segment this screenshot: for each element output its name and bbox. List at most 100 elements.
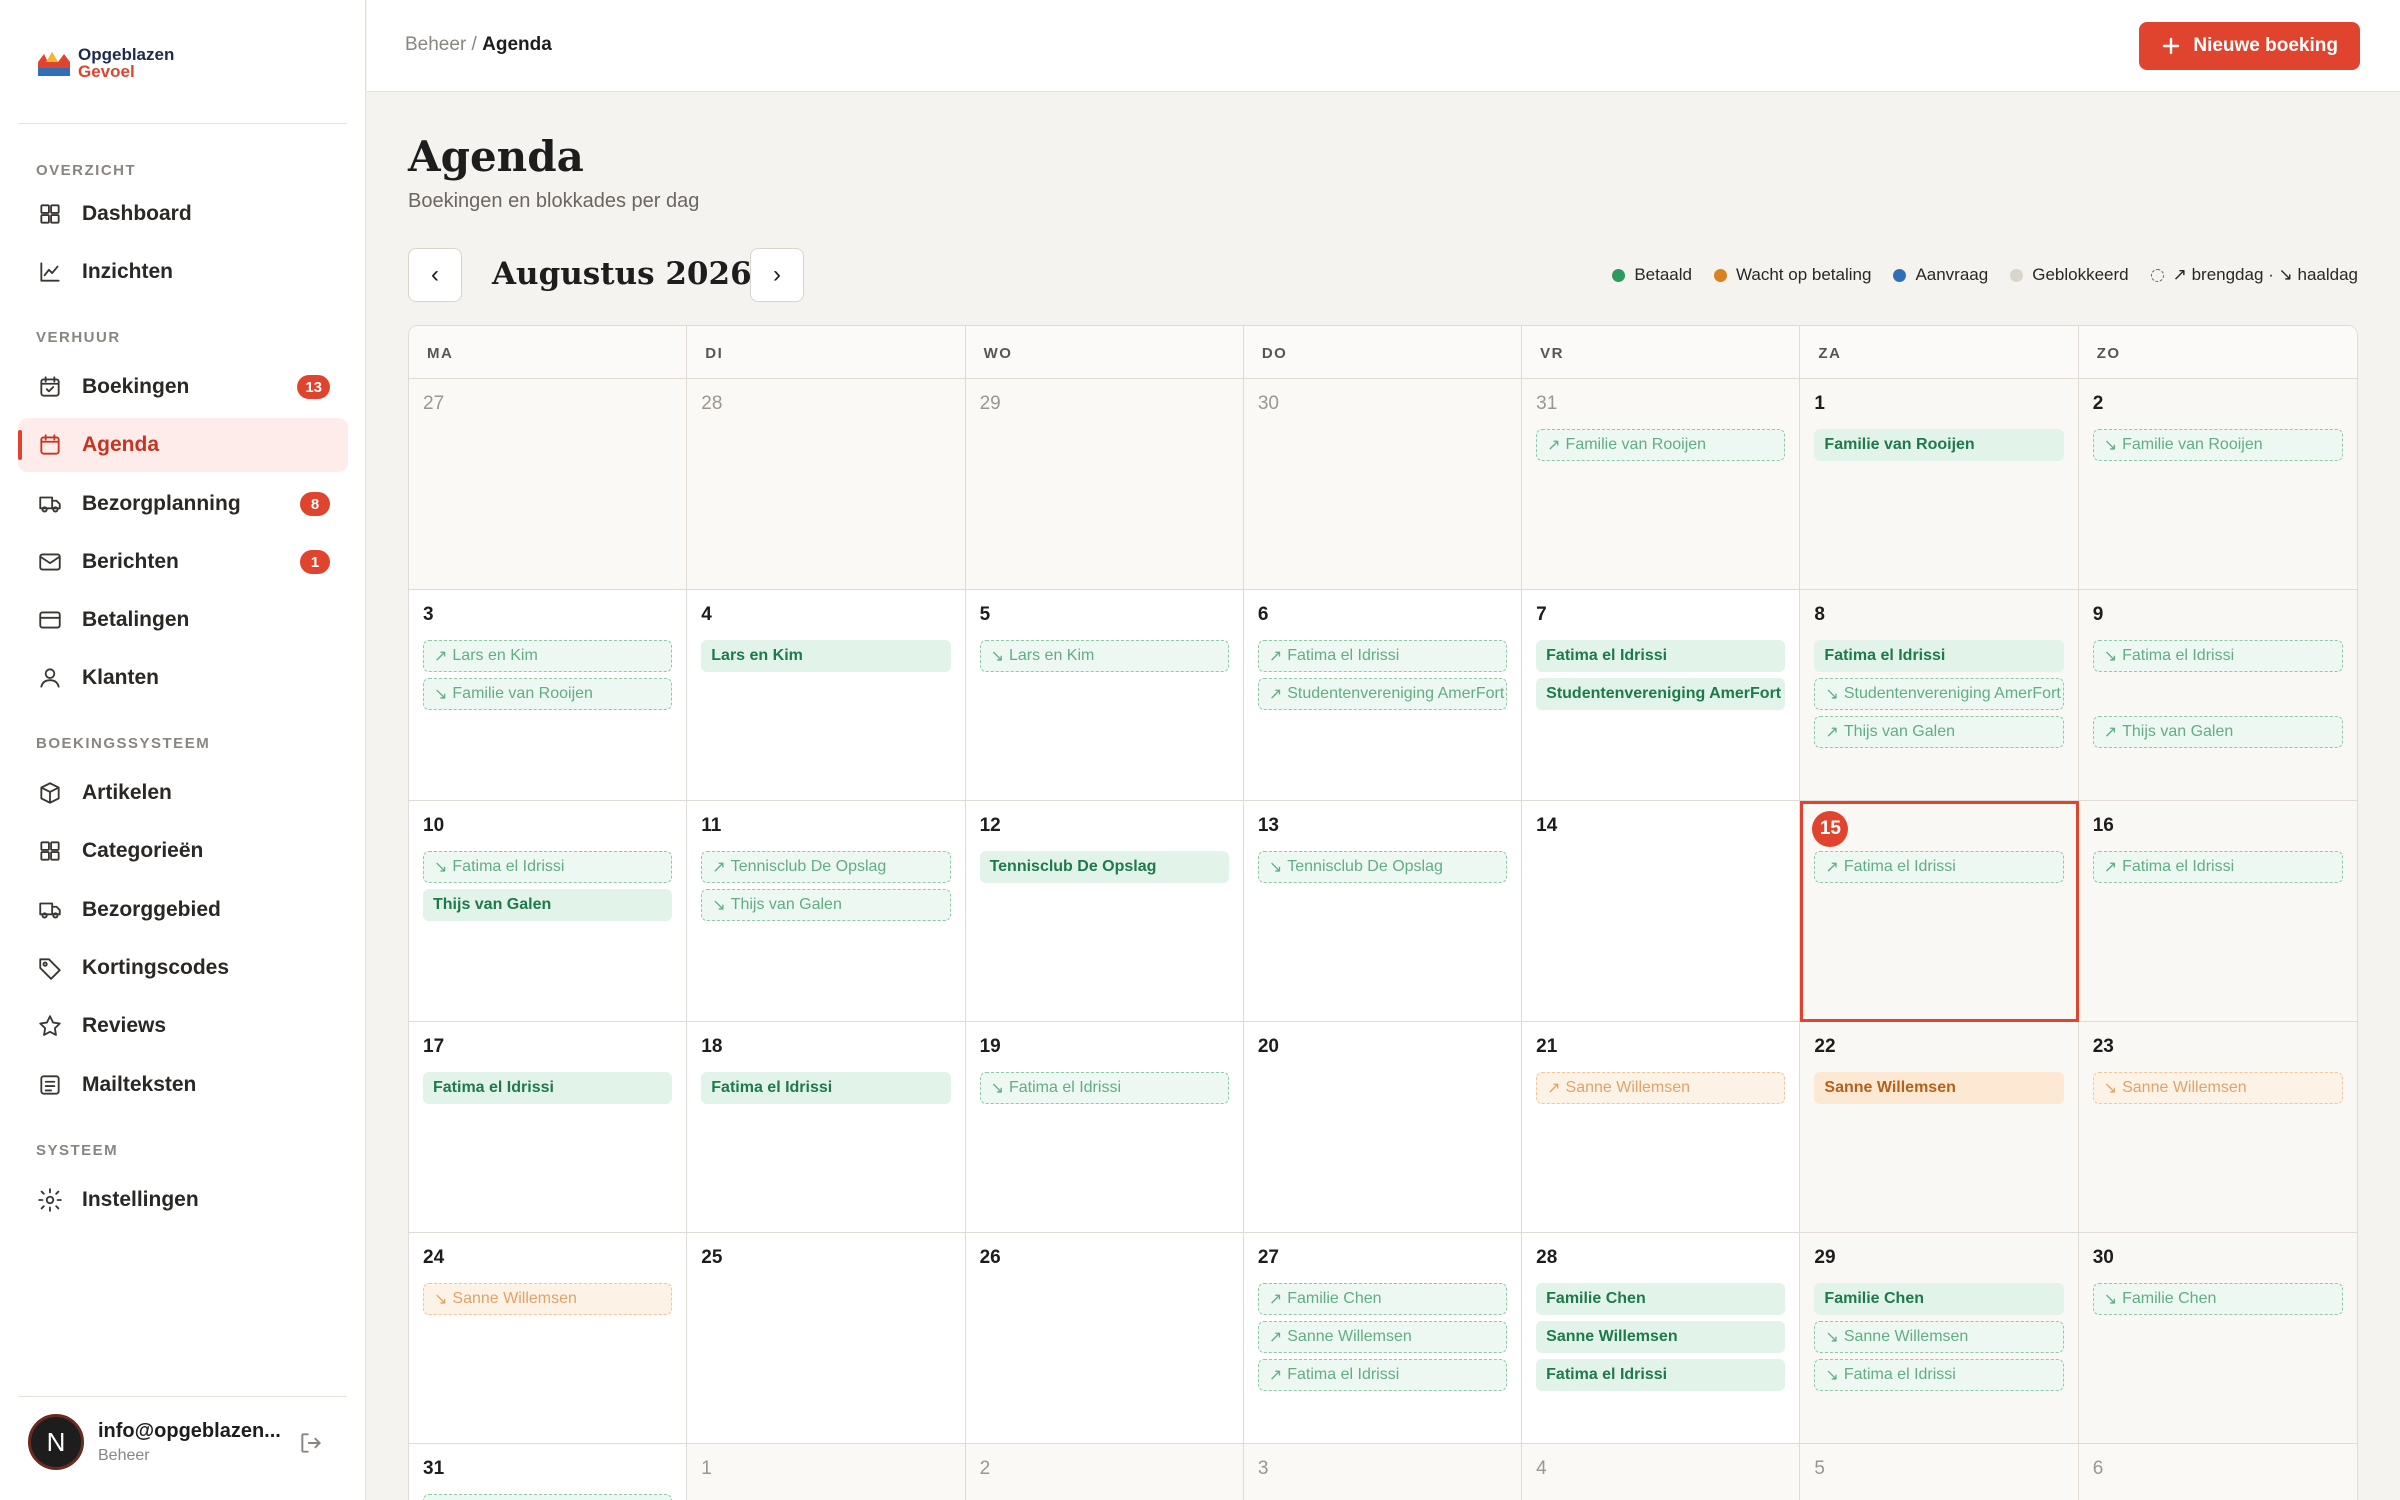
calendar-day-cell[interactable]: 4 Lars en Kim bbox=[687, 590, 966, 801]
calendar-day-cell[interactable]: 30 ↘ Familie Chen bbox=[2078, 1233, 2357, 1444]
booking-chip[interactable]: ↘ Studentenvereniging AmerFort bbox=[1814, 678, 2064, 710]
booking-chip[interactable]: Studentenvereniging AmerFort bbox=[1536, 678, 1786, 710]
booking-chip[interactable]: Fatima el Idrissi bbox=[1536, 640, 1786, 672]
calendar-day-cell[interactable]: 7 Fatima el Idrissi Studentenvereniging Am… bbox=[1522, 590, 1801, 801]
calendar-day-cell[interactable]: 30 bbox=[1243, 379, 1523, 590]
booking-chip[interactable]: ↘ Thijs van Galen bbox=[701, 889, 951, 921]
booking-chip[interactable]: ↗ Fatima el Idrissi bbox=[1257, 1359, 1508, 1391]
calendar-day-cell[interactable]: 29 Familie Chen ↘ Sanne Willemsen ↘ Fatima el… bbox=[1800, 1233, 2079, 1444]
prev-month-button[interactable]: ‹ bbox=[408, 248, 462, 302]
calendar-day-cell[interactable]: 5 ↘ Lars en Kim bbox=[965, 590, 1244, 801]
calendar-day-cell[interactable]: 6 bbox=[2078, 1444, 2357, 1500]
calendar-day-cell[interactable]: 4 bbox=[1522, 1444, 1801, 1500]
calendar-day-cell[interactable]: 29 bbox=[965, 379, 1244, 590]
calendar-day-cell[interactable]: 10 ↘ Fatima el Idrissi Thijs van Galen bbox=[409, 801, 688, 1022]
sidebar-item-bezorgplanning[interactable]: Bezorgplanning 8 bbox=[18, 477, 348, 531]
calendar-day-cell[interactable]: 24 ↘ Sanne Willemsen bbox=[409, 1233, 688, 1444]
calendar-day-cell[interactable]: 25 bbox=[687, 1233, 966, 1444]
calendar-day-cell[interactable]: 27 bbox=[409, 379, 688, 590]
booking-chip[interactable]: ↗ Lars en Kim bbox=[423, 640, 673, 672]
booking-chip[interactable]: ↗ Fatima el Idrissi bbox=[1814, 851, 2064, 883]
booking-chip[interactable]: Fatima el Idrissi bbox=[701, 1072, 951, 1104]
booking-chip[interactable]: ↘ Sanne Willemsen bbox=[423, 1283, 673, 1315]
booking-chip[interactable]: ↗ Fatima el Idrissi bbox=[2092, 851, 2343, 883]
booking-chip[interactable]: Fatima el Idrissi bbox=[423, 1072, 673, 1104]
booking-chip[interactable]: ↘ Fatima el Idrissi bbox=[423, 851, 673, 883]
new-booking-button[interactable]: Nieuwe boeking bbox=[2139, 22, 2360, 70]
booking-chip[interactable]: ↗ Studentenvereniging AmerFort bbox=[1257, 678, 1508, 710]
sidebar-item-boekingen[interactable]: Boekingen 13 bbox=[18, 360, 348, 414]
booking-chip[interactable]: ↗ Sanne Willemsen bbox=[1536, 1072, 1786, 1104]
calendar-day-cell[interactable]: 13 ↘ Tennisclub De Opslag bbox=[1243, 801, 1523, 1022]
sidebar-item-kortingscodes[interactable]: Kortingscodes bbox=[18, 941, 348, 995]
calendar-day-cell[interactable]: 17 Fatima el Idrissi bbox=[409, 1022, 688, 1233]
calendar-day-cell[interactable]: 3 bbox=[1243, 1444, 1523, 1500]
booking-chip[interactable]: ↘ Familie van Rooijen bbox=[2092, 429, 2343, 461]
booking-chip[interactable]: ↘ Sanne Willemsen bbox=[1814, 1321, 2064, 1353]
booking-chip[interactable]: ↘ Sanne Willemsen bbox=[2092, 1072, 2343, 1104]
breadcrumb-parent[interactable]: Beheer bbox=[405, 34, 466, 55]
booking-chip[interactable]: Thijs van Galen bbox=[423, 889, 673, 921]
booking-chip[interactable]: ↗ Tennisclub De Opslag bbox=[701, 851, 951, 883]
booking-chip[interactable]: Familie Chen bbox=[1536, 1283, 1786, 1315]
next-month-button[interactable]: › bbox=[750, 248, 804, 302]
calendar-day-cell[interactable]: 2 bbox=[965, 1444, 1244, 1500]
booking-chip[interactable]: ↗ Sanne Willemsen bbox=[1257, 1321, 1508, 1353]
booking-chip[interactable]: Fatima el Idrissi bbox=[1814, 640, 2064, 672]
calendar-day-cell[interactable]: 5 bbox=[1800, 1444, 2079, 1500]
calendar-day-cell[interactable]: 6 ↗ Fatima el Idrissi ↗ Studentenvereniging … bbox=[1243, 590, 1523, 801]
booking-chip[interactable]: ↗ Familie van Rooijen bbox=[1536, 429, 1786, 461]
calendar-day-cell[interactable]: 20 bbox=[1243, 1022, 1523, 1233]
calendar-day-cell[interactable]: 15 ↗ Fatima el Idrissi bbox=[1800, 801, 2079, 1022]
booking-chip[interactable]: ↘ Familie van Rooijen bbox=[423, 678, 673, 710]
calendar-day-cell[interactable]: 28 Familie Chen Sanne Willemsen Fatima el I… bbox=[1522, 1233, 1801, 1444]
calendar-day-cell[interactable]: 3 ↗ Lars en Kim ↘ Familie van Rooijen bbox=[409, 590, 688, 801]
booking-chip[interactable]: ↘ Fatima el Idrissi bbox=[1814, 1359, 2064, 1391]
brand-logo[interactable]: Opgeblazen Gevoel bbox=[36, 46, 174, 80]
sidebar-item-inzichten[interactable]: Inzichten bbox=[18, 245, 348, 299]
sidebar-item-klanten[interactable]: Klanten bbox=[18, 651, 348, 705]
sidebar-item-instellingen[interactable]: Instellingen bbox=[18, 1173, 348, 1227]
calendar-day-cell[interactable]: 14 bbox=[1522, 801, 1801, 1022]
sidebar-item-categorieen[interactable]: Categorieën bbox=[18, 824, 348, 878]
sidebar-item-agenda[interactable]: Agenda bbox=[18, 418, 348, 472]
calendar-day-cell[interactable]: 22 Sanne Willemsen bbox=[1800, 1022, 2079, 1233]
calendar-day-cell[interactable]: 2 ↘ Familie van Rooijen bbox=[2078, 379, 2357, 590]
booking-chip[interactable]: ↗ Thijs van Galen bbox=[1814, 716, 2064, 748]
calendar-day-cell[interactable]: 31 ↗ Familie van Rooijen bbox=[1522, 379, 1801, 590]
user-profile[interactable]: N info@opgeblazen... Beheer bbox=[28, 1414, 281, 1470]
booking-chip[interactable]: Familie Chen bbox=[1814, 1283, 2064, 1315]
calendar-day-cell[interactable]: 11 ↗ Tennisclub De Opslag ↘ Thijs van Galen bbox=[687, 801, 966, 1022]
booking-chip[interactable]: ↘ Fatima el Idrissi bbox=[979, 1072, 1229, 1104]
calendar-day-cell[interactable]: 16 ↗ Fatima el Idrissi bbox=[2078, 801, 2357, 1022]
calendar-day-cell[interactable]: 1 Familie van Rooijen bbox=[1800, 379, 2079, 590]
booking-chip[interactable]: Fatima el Idrissi bbox=[1536, 1359, 1786, 1391]
booking-chip[interactable]: Familie van Rooijen bbox=[1814, 429, 2064, 461]
sidebar-item-reviews[interactable]: Reviews bbox=[18, 999, 348, 1053]
sidebar-item-bezorggebied[interactable]: Bezorggebied bbox=[18, 883, 348, 937]
booking-chip[interactable]: ↘ Tennisclub De Opslag bbox=[1257, 851, 1508, 883]
booking-chip[interactable]: ↘ Fatima el Idrissi bbox=[2092, 640, 2343, 672]
sidebar-item-dashboard[interactable]: Dashboard bbox=[18, 187, 348, 241]
calendar-day-cell[interactable]: 26 bbox=[965, 1233, 1244, 1444]
calendar-day-cell[interactable]: 1 bbox=[687, 1444, 966, 1500]
calendar-day-cell[interactable]: 8 Fatima el Idrissi ↘ Studentenvereniging A… bbox=[1800, 590, 2079, 801]
calendar-day-cell[interactable]: 21 ↗ Sanne Willemsen bbox=[1522, 1022, 1801, 1233]
calendar-day-cell[interactable]: 18 Fatima el Idrissi bbox=[687, 1022, 966, 1233]
logout-button[interactable] bbox=[298, 1430, 324, 1461]
calendar-day-cell[interactable]: 31 ↘Familie Chen bbox=[409, 1444, 688, 1500]
calendar-day-cell[interactable]: 19 ↘ Fatima el Idrissi bbox=[965, 1022, 1244, 1233]
calendar-day-cell[interactable]: 9 ↘ Fatima el Idrissi ↗ Thijs van Galen bbox=[2078, 590, 2357, 801]
calendar-day-cell[interactable]: 12 Tennisclub De Opslag bbox=[965, 801, 1244, 1022]
calendar-day-cell[interactable]: 23 ↘ Sanne Willemsen bbox=[2078, 1022, 2357, 1233]
booking-chip[interactable]: ↘Familie Chen bbox=[2092, 1283, 2343, 1315]
sidebar-item-betalingen[interactable]: Betalingen bbox=[18, 593, 348, 647]
booking-chip[interactable]: Sanne Willemsen bbox=[1536, 1321, 1786, 1353]
booking-chip[interactable]: Tennisclub De Opslag bbox=[979, 851, 1229, 883]
calendar-day-cell[interactable]: 27 ↗ Familie Chen ↗ Sanne Willemsen ↗ Fatima e… bbox=[1243, 1233, 1523, 1444]
booking-chip[interactable]: Lars en Kim bbox=[701, 640, 951, 672]
calendar-day-cell[interactable]: 28 bbox=[687, 379, 966, 590]
booking-chip[interactable]: ↗ Familie Chen bbox=[1257, 1283, 1508, 1315]
booking-chip[interactable]: ↘ Lars en Kim bbox=[979, 640, 1229, 672]
sidebar-item-artikelen[interactable]: Artikelen bbox=[18, 766, 348, 820]
